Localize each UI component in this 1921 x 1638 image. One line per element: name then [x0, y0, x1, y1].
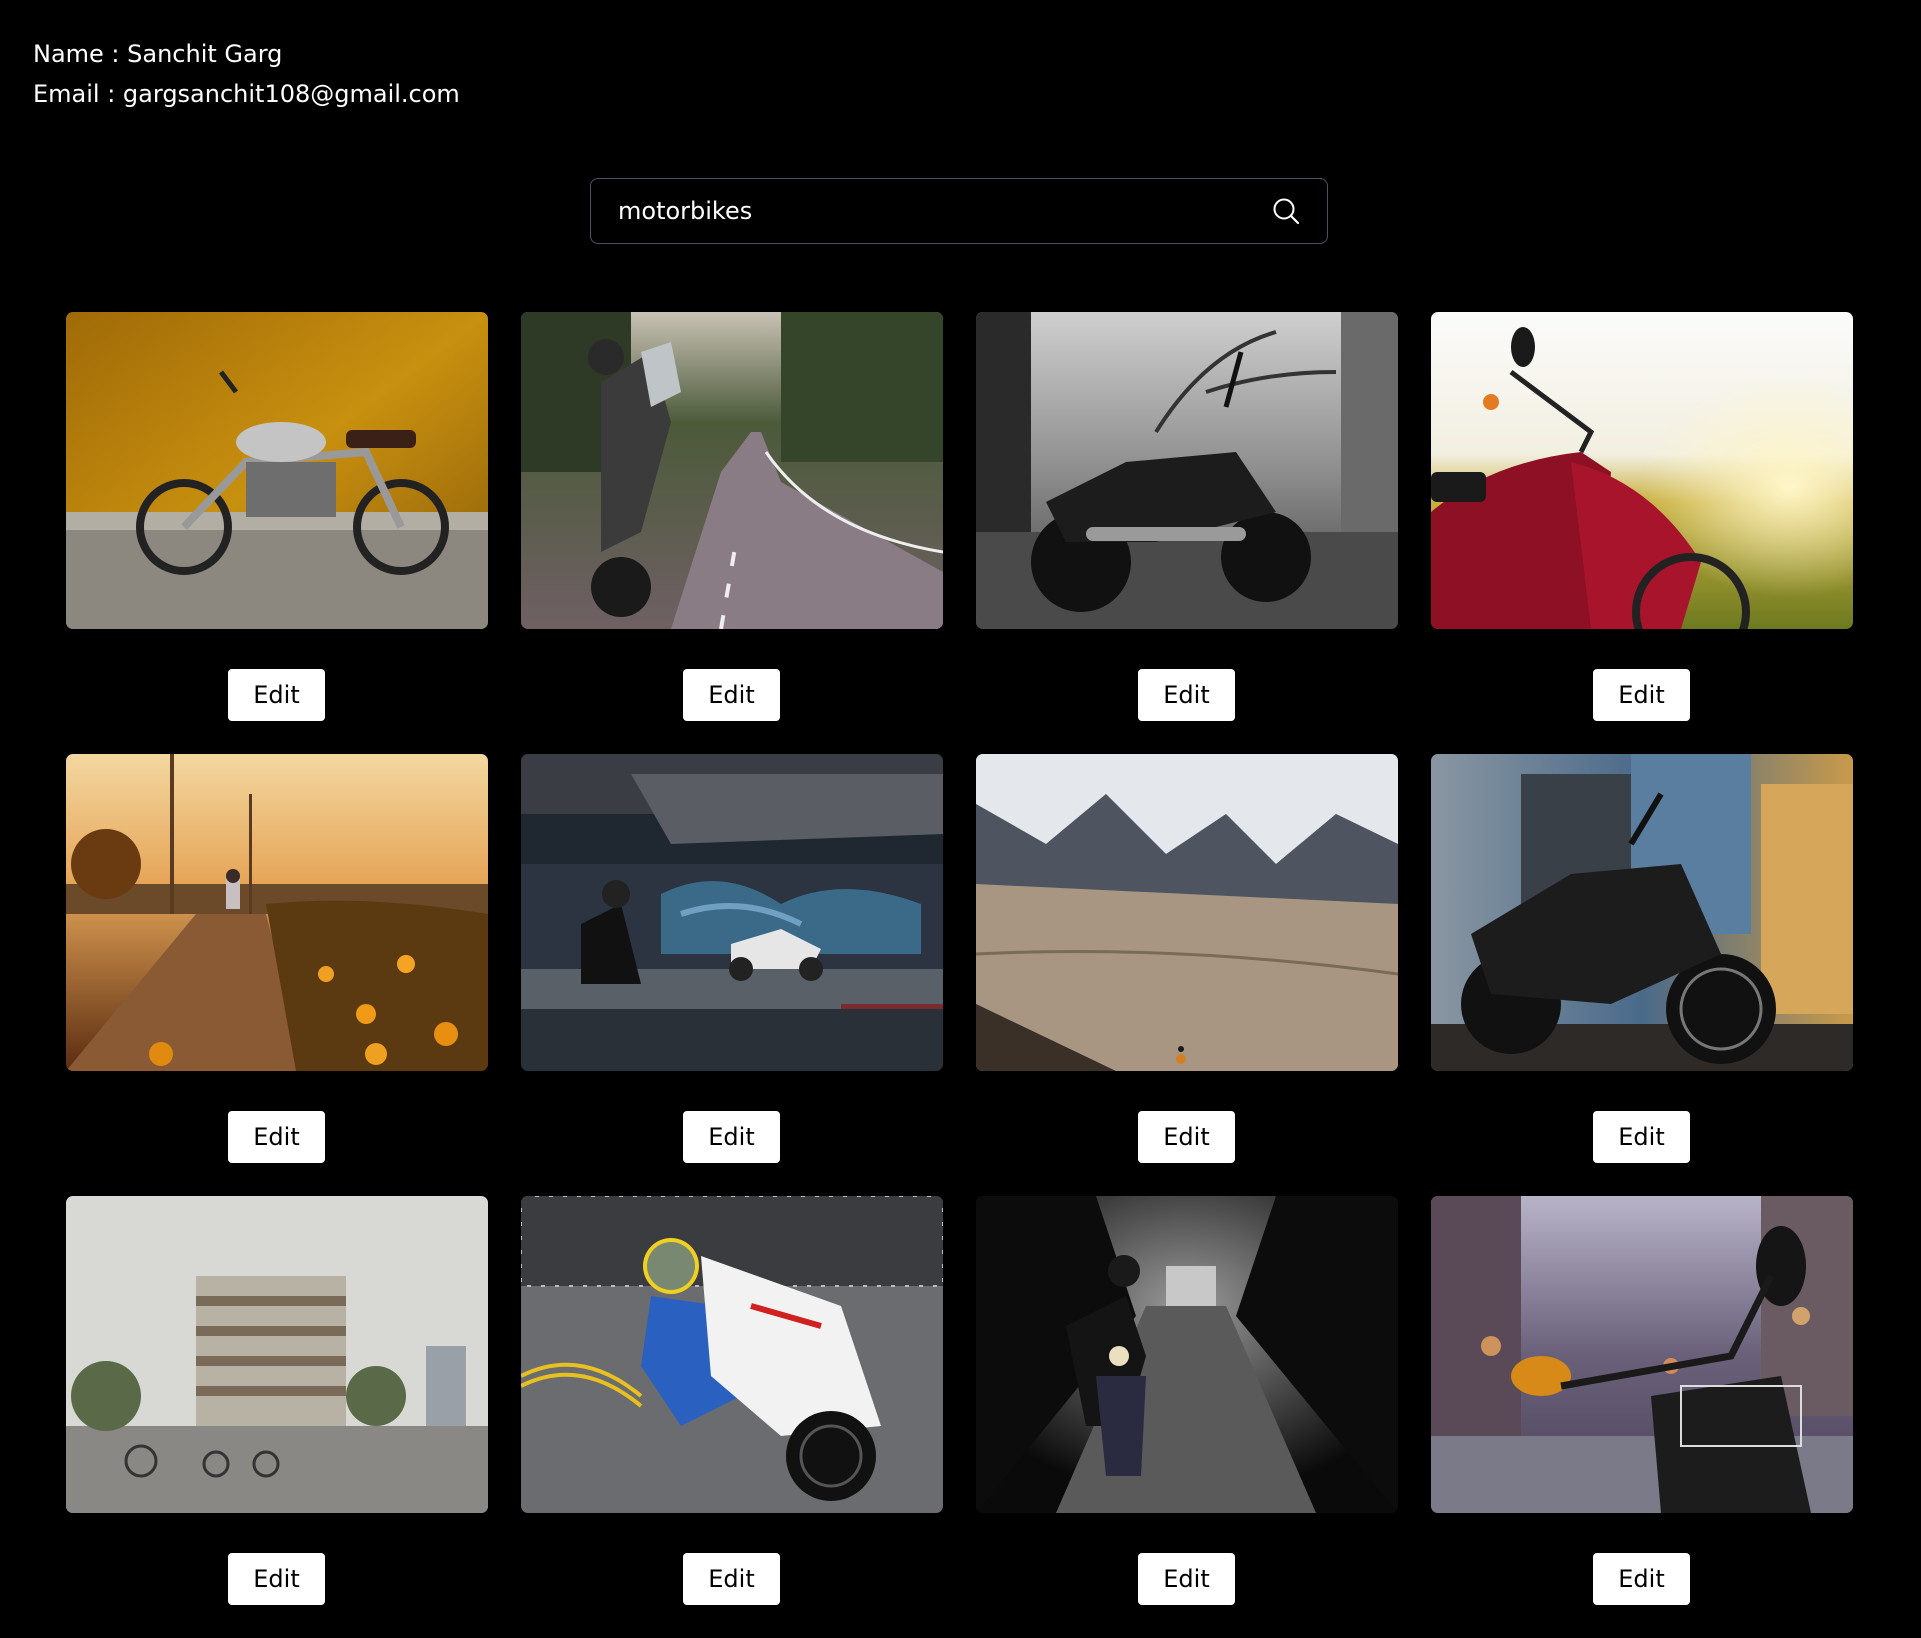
edit-button[interactable]: Edit — [683, 669, 780, 721]
user-info: Name : Sanchit Garg Email : gargsanchit1… — [33, 34, 460, 114]
image-card: Edit — [66, 754, 488, 1196]
search-input[interactable] — [591, 178, 1271, 244]
user-name: Name : Sanchit Garg — [33, 40, 283, 68]
image-card: Edit — [976, 754, 1398, 1196]
edit-button[interactable]: Edit — [1138, 669, 1235, 721]
image-cruiser-black-white[interactable] — [976, 312, 1398, 629]
edit-button[interactable]: Edit — [228, 669, 325, 721]
edit-button[interactable]: Edit — [683, 1553, 780, 1605]
image-mountain-road-rider[interactable] — [976, 754, 1398, 1071]
image-rider-graffiti-underpass[interactable] — [521, 754, 943, 1071]
edit-button[interactable]: Edit — [1593, 1111, 1690, 1163]
image-card: Edit — [1431, 312, 1853, 754]
edit-button[interactable]: Edit — [228, 1111, 325, 1163]
edit-button[interactable]: Edit — [1138, 1111, 1235, 1163]
image-card: Edit — [976, 312, 1398, 754]
image-card: Edit — [1431, 1196, 1853, 1638]
image-card: Edit — [66, 312, 488, 754]
edit-button[interactable]: Edit — [1593, 1553, 1690, 1605]
image-royal-enfield-yellow-wall[interactable] — [66, 312, 488, 629]
image-card: Edit — [66, 1196, 488, 1638]
image-red-scooter-field[interactable] — [1431, 312, 1853, 629]
image-racing-bike-corner[interactable] — [521, 1196, 943, 1513]
edit-button[interactable]: Edit — [1138, 1553, 1235, 1605]
search-bar — [590, 178, 1328, 244]
image-black-cruiser-city[interactable] — [1431, 754, 1853, 1071]
image-scooter-city-street[interactable] — [1431, 1196, 1853, 1513]
search-icon[interactable] — [1271, 196, 1301, 226]
image-city-traffic-building[interactable] — [66, 1196, 488, 1513]
edit-button[interactable]: Edit — [228, 1553, 325, 1605]
image-grid: Edit Edit Edit Edit Edit Edit Edit Edit … — [66, 312, 1853, 1638]
image-card: Edit — [976, 1196, 1398, 1638]
image-rider-sunset-flowers[interactable] — [66, 754, 488, 1071]
image-card: Edit — [521, 312, 943, 754]
edit-button[interactable]: Edit — [683, 1111, 780, 1163]
image-rider-tree-tunnel[interactable] — [976, 1196, 1398, 1513]
user-email: Email : gargsanchit108@gmail.com — [33, 80, 460, 108]
image-card: Edit — [521, 1196, 943, 1638]
image-card: Edit — [1431, 754, 1853, 1196]
image-adventure-bike-road[interactable] — [521, 312, 943, 629]
edit-button[interactable]: Edit — [1593, 669, 1690, 721]
image-card: Edit — [521, 754, 943, 1196]
